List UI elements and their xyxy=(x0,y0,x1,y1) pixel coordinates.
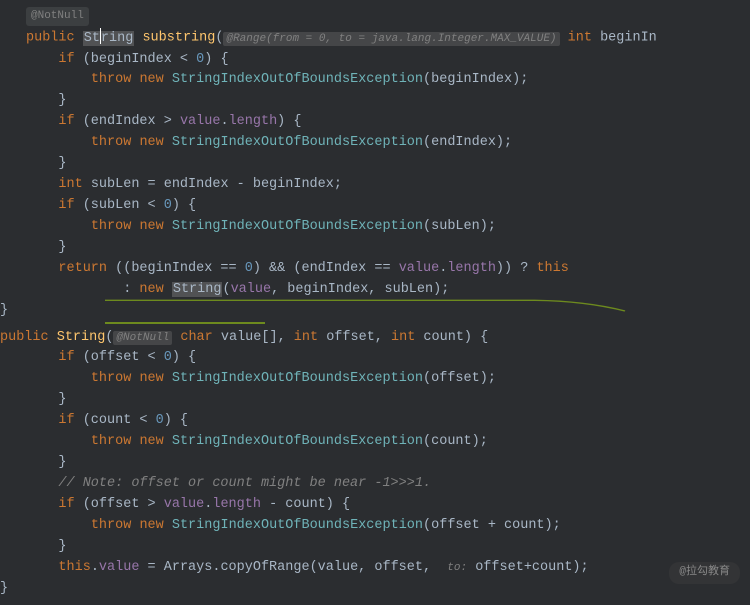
field-length: length xyxy=(447,261,496,276)
keyword-if: if xyxy=(58,52,74,67)
exception-class: StringIndexOutOfBoundsException xyxy=(172,135,423,150)
code-line[interactable]: public String substring(@Range(from = 0,… xyxy=(26,28,750,49)
code-editor[interactable]: @NotNull public String substring(@Range(… xyxy=(0,0,750,605)
comment: // Note: offset or count might be near -… xyxy=(58,476,431,491)
keyword-public: public xyxy=(0,330,49,345)
exception-class: StringIndexOutOfBoundsException xyxy=(172,72,423,87)
code-line[interactable]: if (offset > value.length - count) { xyxy=(26,495,750,516)
param-hint: to: xyxy=(447,562,467,574)
keyword-if: if xyxy=(58,350,74,365)
constructor-name: String xyxy=(57,330,106,345)
code-line[interactable]: throw new StringIndexOutOfBoundsExceptio… xyxy=(26,432,750,453)
param-name: beginIn xyxy=(600,31,657,46)
code-line[interactable]: } xyxy=(26,91,750,112)
exception-class: StringIndexOutOfBoundsException xyxy=(172,434,423,449)
code-line[interactable]: return ((beginIndex == 0) && (endIndex =… xyxy=(26,259,750,280)
code-line[interactable]: : new String(value, beginIndex, subLen); xyxy=(26,280,750,301)
number-literal: 0 xyxy=(164,198,172,213)
range-annotation: @Range(from = 0, to = java.lang.Integer.… xyxy=(223,32,559,46)
keyword-new: new xyxy=(139,434,163,449)
keyword-new: new xyxy=(139,219,163,234)
exception-class: StringIndexOutOfBoundsException xyxy=(172,371,423,386)
code-line[interactable]: // Note: offset or count might be near -… xyxy=(26,474,750,495)
field-value: value xyxy=(231,282,272,297)
annotation-underline xyxy=(105,299,635,319)
exception-class: StringIndexOutOfBoundsException xyxy=(172,219,423,234)
code-line[interactable]: } xyxy=(26,238,750,259)
keyword-new: new xyxy=(139,282,163,297)
keyword-this: this xyxy=(58,560,90,575)
string-class-highlighted: String xyxy=(172,282,223,297)
keyword-throw: throw xyxy=(91,135,132,150)
keyword-new: new xyxy=(139,371,163,386)
number-literal: 0 xyxy=(245,261,253,276)
code-line[interactable]: } xyxy=(26,537,750,558)
keyword-throw: throw xyxy=(91,219,132,234)
text-cursor xyxy=(100,28,101,44)
code-line[interactable]: throw new StringIndexOutOfBoundsExceptio… xyxy=(26,70,750,91)
keyword-this: this xyxy=(536,261,568,276)
keyword-int: int xyxy=(391,330,415,345)
code-line[interactable]: } xyxy=(26,390,750,411)
code-line[interactable]: public String(@NotNull char value[], int… xyxy=(0,328,750,349)
number-literal: 0 xyxy=(156,413,164,428)
keyword-throw: throw xyxy=(91,72,132,87)
code-line[interactable]: if (beginIndex < 0) { xyxy=(26,50,750,71)
code-line[interactable]: throw new StringIndexOutOfBoundsExceptio… xyxy=(26,516,750,537)
code-line[interactable]: if (subLen < 0) { xyxy=(26,196,750,217)
code-line[interactable]: } xyxy=(0,579,750,600)
keyword-char: char xyxy=(180,330,212,345)
code-line[interactable]: this.value = Arrays.copyOfRange(value, o… xyxy=(26,558,750,579)
field-length: length xyxy=(229,114,278,129)
field-value: value xyxy=(399,261,440,276)
keyword-new: new xyxy=(139,518,163,533)
keyword-if: if xyxy=(58,198,74,213)
keyword-int: int xyxy=(568,31,592,46)
keyword-int: int xyxy=(294,330,318,345)
code-line[interactable]: } xyxy=(26,453,750,474)
keyword-new: new xyxy=(139,72,163,87)
code-line[interactable]: if (count < 0) { xyxy=(26,411,750,432)
code-line[interactable]: } xyxy=(26,154,750,175)
field-value: value xyxy=(99,560,140,575)
keyword-return: return xyxy=(58,261,107,276)
field-length: length xyxy=(212,497,261,512)
string-type-highlighted: String xyxy=(83,31,135,46)
code-line[interactable]: throw new StringIndexOutOfBoundsExceptio… xyxy=(26,369,750,390)
keyword-if: if xyxy=(58,413,74,428)
keyword-new: new xyxy=(139,135,163,150)
notnull-inline-annotation: @NotNull xyxy=(113,331,172,345)
keyword-if: if xyxy=(58,497,74,512)
code-line[interactable]: if (endIndex > value.length) { xyxy=(26,112,750,133)
keyword-throw: throw xyxy=(91,518,132,533)
keyword-int: int xyxy=(58,177,82,192)
code-line[interactable]: int subLen = endIndex - beginIndex; xyxy=(26,175,750,196)
code-line[interactable]: throw new StringIndexOutOfBoundsExceptio… xyxy=(26,217,750,238)
exception-class: StringIndexOutOfBoundsException xyxy=(172,518,423,533)
keyword-throw: throw xyxy=(91,371,132,386)
code-line[interactable]: if (offset < 0) { xyxy=(26,348,750,369)
code-line[interactable]: throw new StringIndexOutOfBoundsExceptio… xyxy=(26,133,750,154)
number-literal: 0 xyxy=(164,350,172,365)
watermark-badge: @拉勾教育 xyxy=(669,562,740,583)
notnull-annotation-badge: @NotNull xyxy=(26,7,89,26)
keyword-public: public xyxy=(26,31,75,46)
keyword-throw: throw xyxy=(91,434,132,449)
method-name: substring xyxy=(142,31,215,46)
field-value: value xyxy=(164,497,205,512)
field-value: value xyxy=(180,114,221,129)
keyword-if: if xyxy=(58,114,74,129)
